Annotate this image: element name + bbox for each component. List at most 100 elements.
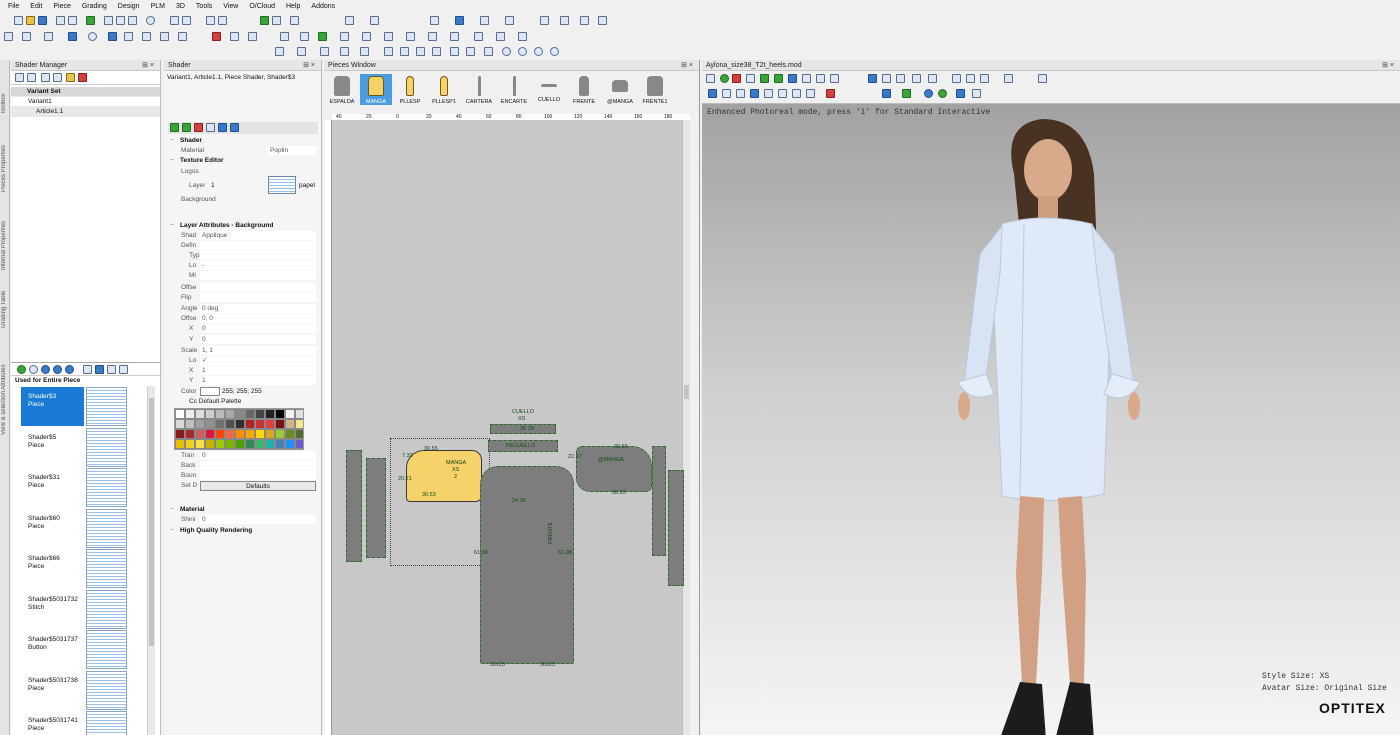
- prop-value[interactable]: [200, 293, 316, 302]
- menu-ocloud[interactable]: O/Cloud: [249, 3, 275, 10]
- layout-icon[interactable]: [598, 16, 607, 25]
- palette-swatch[interactable]: [235, 429, 245, 439]
- marker-icon[interactable]: [580, 16, 589, 25]
- shadow-icon[interactable]: [980, 74, 989, 83]
- fit-icon[interactable]: [802, 74, 811, 83]
- palette-swatch[interactable]: [175, 429, 185, 439]
- layer-icon[interactable]: [428, 32, 437, 41]
- grade-icon[interactable]: [272, 16, 281, 25]
- corner-icon[interactable]: [248, 32, 257, 41]
- palette-swatch[interactable]: [215, 429, 225, 439]
- join-icon[interactable]: [362, 32, 371, 41]
- tab-toolbox[interactable]: Toolbox: [1, 64, 9, 114]
- prop-value[interactable]: [200, 251, 316, 260]
- palette-swatch[interactable]: [225, 419, 235, 429]
- palette-swatch[interactable]: [195, 429, 205, 439]
- print-icon[interactable]: [56, 16, 65, 25]
- split-icon[interactable]: [340, 32, 349, 41]
- scrollbar[interactable]: [147, 386, 155, 735]
- blue-tool-icon[interactable]: [108, 32, 117, 41]
- pin-3d-icon[interactable]: [826, 89, 835, 98]
- grid-icon[interactable]: [540, 16, 549, 25]
- palette-swatch[interactable]: [295, 419, 303, 429]
- delete-shader-icon[interactable]: [78, 73, 87, 82]
- cut-icon[interactable]: [104, 16, 113, 25]
- palette-swatch[interactable]: [195, 439, 205, 449]
- pin-icon[interactable]: ⊞ ×: [1382, 60, 1394, 71]
- copy-shader-icon[interactable]: [41, 73, 50, 82]
- palette-swatch[interactable]: [225, 439, 235, 449]
- piece-manga-selected[interactable]: [406, 450, 482, 502]
- light-icon[interactable]: [952, 74, 961, 83]
- palette-swatch[interactable]: [235, 419, 245, 429]
- palette-swatch[interactable]: [185, 419, 195, 429]
- palette-swatch[interactable]: [235, 409, 245, 419]
- wire-icon[interactable]: [1004, 74, 1013, 83]
- view-front-icon[interactable]: [708, 89, 717, 98]
- piece-manga-mirror[interactable]: [576, 446, 652, 492]
- move-up-icon[interactable]: [206, 123, 215, 132]
- piece-cartera[interactable]: [652, 446, 666, 556]
- delete-icon[interactable]: [212, 32, 221, 41]
- open-folder-icon[interactable]: [26, 16, 35, 25]
- dart-icon[interactable]: [142, 32, 151, 41]
- pin-icon[interactable]: ⊞ ×: [681, 60, 693, 71]
- screen-icon[interactable]: [956, 89, 965, 98]
- palette-swatch[interactable]: [285, 439, 295, 449]
- piece-thumb-encarte[interactable]: ENCARTE: [498, 74, 530, 105]
- prop-value[interactable]: [200, 271, 316, 280]
- tab-view-selection[interactable]: View & selection Attributes: [1, 335, 9, 435]
- view-back-icon[interactable]: [722, 89, 731, 98]
- palette-swatch[interactable]: [255, 439, 265, 449]
- palette-swatch[interactable]: [295, 409, 303, 419]
- menu-plm[interactable]: PLM: [151, 3, 165, 10]
- render-icon[interactable]: [912, 74, 921, 83]
- color-palette[interactable]: [174, 408, 304, 450]
- add-icon[interactable]: [318, 32, 327, 41]
- piece-pllesp1[interactable]: [366, 458, 386, 558]
- align-icon[interactable]: [384, 32, 393, 41]
- scroll-thumb[interactable]: [684, 385, 689, 399]
- offset-icon[interactable]: [280, 32, 289, 41]
- palette-swatch[interactable]: [175, 409, 185, 419]
- shader-item[interactable]: Shader$5031737 Button: [21, 630, 127, 669]
- copy-icon[interactable]: [116, 16, 125, 25]
- pleat-icon[interactable]: [160, 32, 169, 41]
- shader-item[interactable]: Shader$66 Piece: [21, 549, 127, 588]
- duplicate-shader-icon[interactable]: [53, 73, 62, 82]
- avatar-icon[interactable]: [816, 74, 825, 83]
- palette-swatch[interactable]: [225, 409, 235, 419]
- triangle-icon[interactable]: [496, 32, 505, 41]
- palette-swatch[interactable]: [265, 439, 275, 449]
- palette-swatch[interactable]: [245, 429, 255, 439]
- play-icon[interactable]: [774, 74, 783, 83]
- piece-thumb-cartera[interactable]: CARTERA: [463, 74, 495, 105]
- palette-swatch[interactable]: [205, 429, 215, 439]
- dress-icon[interactable]: [760, 74, 769, 83]
- simulate-icon[interactable]: [720, 74, 729, 83]
- piece-thumb-frente1[interactable]: FRENTE1: [639, 74, 671, 105]
- piece-tool-icon[interactable]: [430, 16, 439, 25]
- copy-piece-icon[interactable]: [300, 32, 309, 41]
- piece-pllesp[interactable]: [346, 450, 362, 562]
- piece-thumb-pllesp1[interactable]: PLLESP1: [428, 74, 460, 105]
- menu-help[interactable]: Help: [286, 3, 300, 10]
- piece-thumb-pllesp[interactable]: PLLESP: [394, 74, 426, 105]
- prop-value[interactable]: 0: [200, 335, 316, 344]
- piece-thumb-manga[interactable]: MANGA: [360, 74, 392, 105]
- tree-variant[interactable]: Variant1: [11, 97, 160, 107]
- table-icon[interactable]: [560, 16, 569, 25]
- ruler-tool-icon[interactable]: [340, 47, 349, 56]
- palette-swatch[interactable]: [235, 439, 245, 449]
- texture-thumbnail[interactable]: [268, 176, 296, 194]
- section-layer-attributes[interactable]: Layer Attributes - Background: [168, 221, 316, 231]
- select-icon[interactable]: [206, 16, 215, 25]
- copy-layer-icon[interactable]: [182, 123, 191, 132]
- text-icon[interactable]: [124, 32, 133, 41]
- refresh-3d-icon[interactable]: [706, 74, 715, 83]
- prop-value[interactable]: Applique: [200, 231, 316, 240]
- menu-addons[interactable]: Addons: [311, 3, 335, 10]
- palette-swatch[interactable]: [205, 409, 215, 419]
- mirror-3d-icon[interactable]: [830, 74, 839, 83]
- menu-file[interactable]: File: [8, 3, 19, 10]
